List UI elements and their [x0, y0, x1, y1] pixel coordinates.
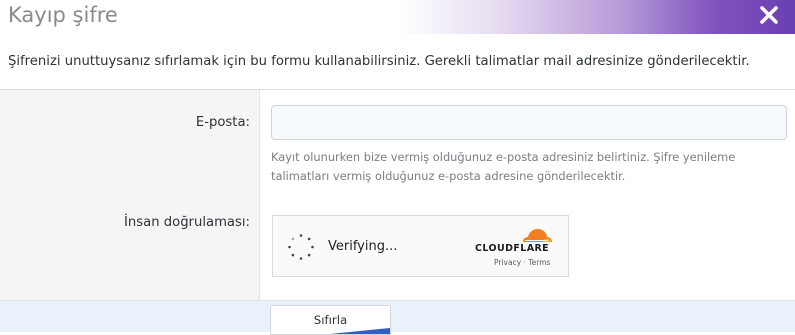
- intro-text: Şifrenizi unuttuysanız sıfırlamak için b…: [8, 54, 750, 69]
- captcha-links: Privacy · Terms: [494, 258, 550, 267]
- email-field[interactable]: [271, 105, 787, 140]
- reset-button-label: Sıfırla: [313, 313, 348, 327]
- dialog-title: Kayıp şifre: [8, 3, 118, 27]
- spinner-icon: [288, 234, 314, 260]
- email-hint: Kayıt olunurken bize vermiş olduğunuz e-…: [271, 150, 736, 183]
- link-separator: ·: [523, 258, 526, 267]
- privacy-link[interactable]: Privacy: [494, 258, 521, 267]
- terms-link[interactable]: Terms: [528, 258, 550, 267]
- dialog-header: Kayıp şifre: [0, 0, 795, 34]
- close-button[interactable]: [757, 2, 781, 28]
- close-icon: [760, 6, 778, 24]
- button-accent: [330, 328, 390, 334]
- captcha-widget[interactable]: Verifying... CLOUDFLARE Privacy · Terms: [272, 215, 569, 277]
- dialog-footer: [0, 300, 795, 332]
- human-verification-label: İnsan doğrulaması:: [124, 215, 250, 230]
- reset-button[interactable]: Sıfırla: [270, 305, 391, 335]
- captcha-status: Verifying...: [328, 239, 398, 254]
- email-label: E-posta:: [195, 115, 250, 130]
- cloudflare-logo-text: CLOUDFLARE: [475, 243, 550, 254]
